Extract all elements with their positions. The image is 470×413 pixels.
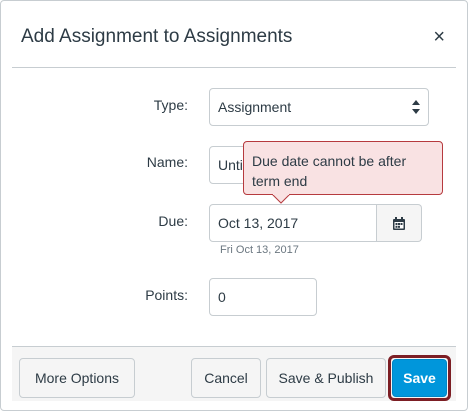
dialog-title: Add Assignment to Assignments <box>21 26 293 47</box>
more-options-button[interactable]: More Options <box>19 358 135 398</box>
calendar-icon <box>393 216 405 230</box>
calendar-button[interactable] <box>377 204 422 242</box>
type-select[interactable]: Assignment <box>209 88 429 126</box>
error-tooltip: Due date cannot be after term end <box>243 141 443 204</box>
name-input-value: Unti <box>218 157 243 173</box>
type-select-value: Assignment <box>218 99 292 115</box>
add-assignment-dialog: Add Assignment to Assignments × Type: As… <box>0 0 468 411</box>
due-date-input[interactable]: Oct 13, 2017 <box>209 204 377 242</box>
type-label: Type: <box>153 97 188 113</box>
points-label: Points: <box>145 287 188 303</box>
save-publish-button[interactable]: Save & Publish <box>266 358 386 398</box>
due-date-value: Oct 13, 2017 <box>218 215 299 231</box>
save-button[interactable]: Save <box>392 359 447 397</box>
points-input[interactable]: 0 <box>209 278 317 316</box>
dialog-header: Add Assignment to Assignments × <box>1 1 467 67</box>
points-input-value: 0 <box>218 289 226 305</box>
updown-arrows-icon <box>412 100 420 114</box>
tooltip-arrow <box>272 194 290 204</box>
close-icon[interactable]: × <box>433 27 445 47</box>
name-label: Name: <box>146 154 188 170</box>
header-divider <box>12 67 456 68</box>
due-date-hint: Fri Oct 13, 2017 <box>220 244 299 256</box>
cancel-button[interactable]: Cancel <box>191 358 261 398</box>
error-tooltip-text: Due date cannot be after term end <box>252 153 407 189</box>
due-label: Due: <box>158 213 188 229</box>
